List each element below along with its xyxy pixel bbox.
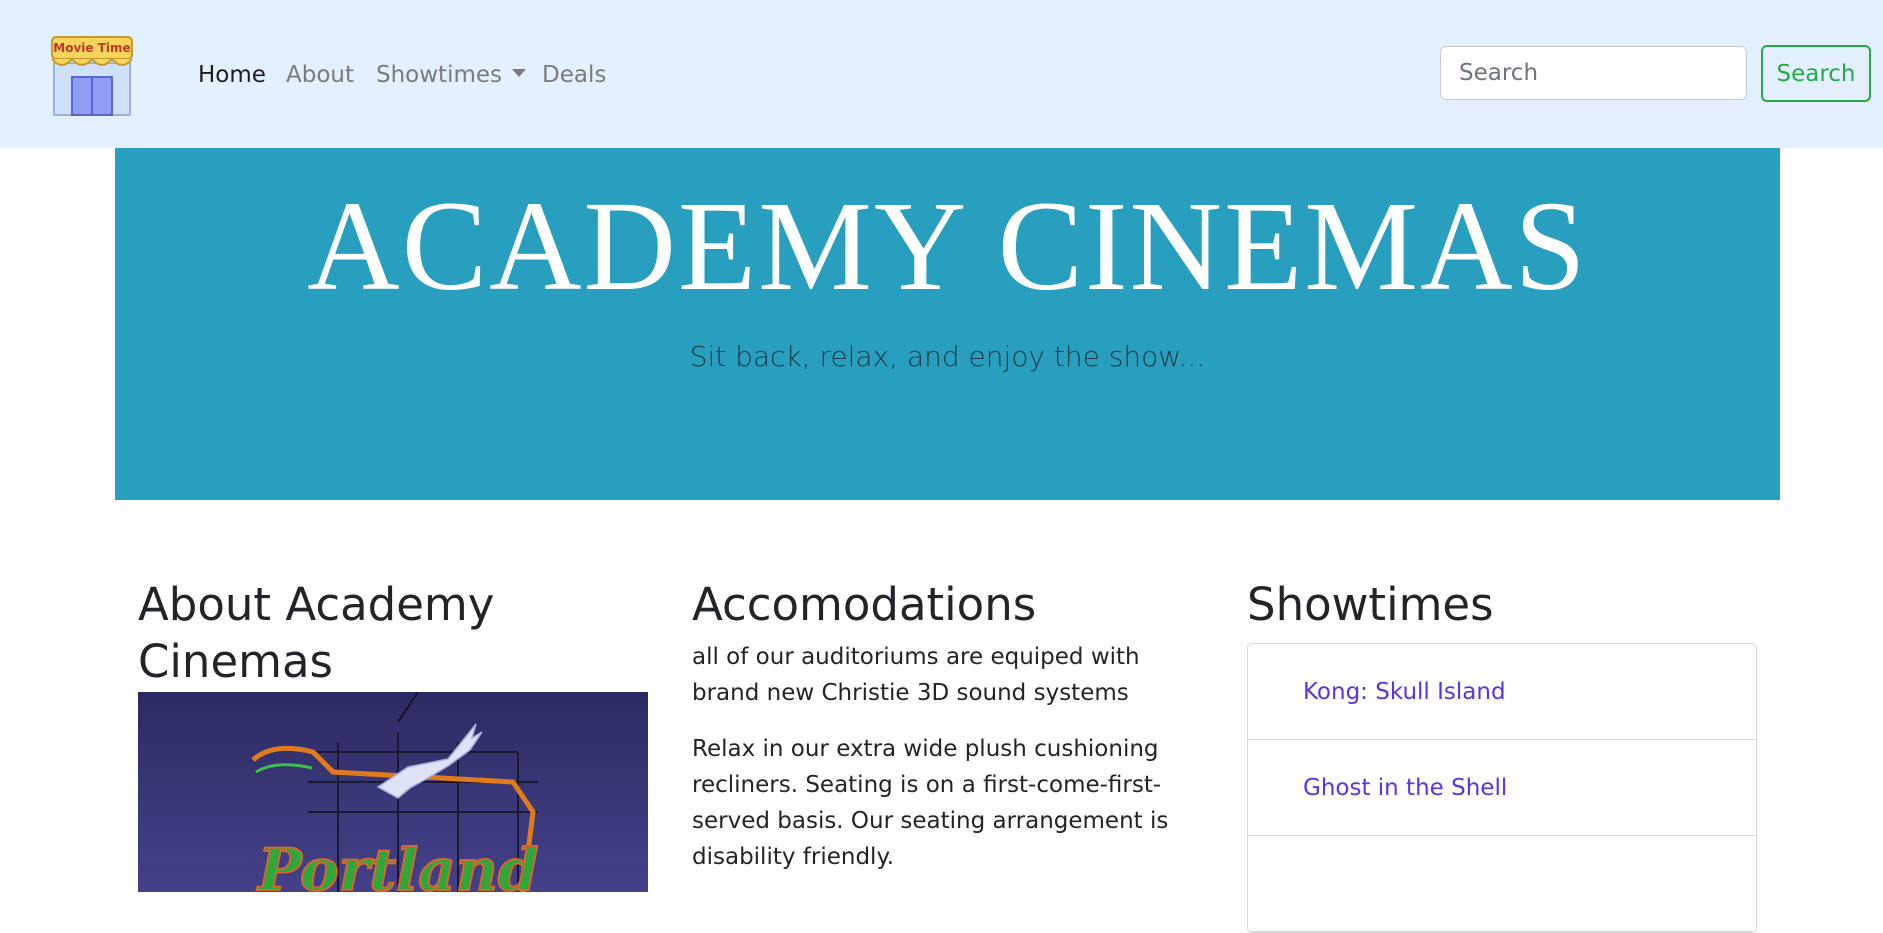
- about-column: About Academy Cinemas Portland: [138, 576, 648, 892]
- hero-title: ACADEMY CINEMAS: [307, 175, 1588, 317]
- showtimes-heading: Showtimes: [1247, 578, 1494, 631]
- accommodations-column: Accomodations all of our auditoriums are…: [692, 576, 1202, 895]
- movie-link-ghost-in-the-shell[interactable]: Ghost in the Shell: [1303, 775, 1507, 801]
- accommodations-heading: Accomodations: [692, 578, 1037, 631]
- accommodations-paragraph-1: all of our auditoriums are equiped with …: [692, 644, 1140, 706]
- search-input[interactable]: [1440, 46, 1747, 100]
- list-item: Ghost in the Shell: [1248, 740, 1756, 836]
- brand-logo[interactable]: Movie Time: [48, 31, 136, 119]
- navbar: Movie Time Home About Showtimes Deals Se…: [0, 0, 1883, 148]
- nav-showtimes-dropdown[interactable]: Showtimes: [376, 58, 527, 92]
- sign-text: Portland: [256, 836, 538, 892]
- showtimes-list: Kong: Skull Island Ghost in the Shell: [1247, 643, 1757, 933]
- list-item: [1248, 836, 1756, 932]
- logo-text: Movie Time: [53, 41, 130, 55]
- nav-about[interactable]: About: [286, 58, 354, 92]
- hero-subtitle: Sit back, relax, and enjoy the show...: [689, 340, 1206, 373]
- movie-theater-icon: Movie Time: [51, 36, 133, 116]
- portland-sign-image: Portland: [138, 692, 648, 892]
- showtimes-column: Showtimes Kong: Skull Island Ghost in th…: [1247, 576, 1757, 933]
- nav-home[interactable]: Home: [198, 58, 266, 92]
- search-button[interactable]: Search: [1761, 45, 1871, 102]
- movie-link-kong[interactable]: Kong: Skull Island: [1303, 679, 1506, 705]
- portland-sign-illustration: Portland: [251, 692, 539, 892]
- caret-down-icon: [512, 69, 527, 77]
- list-item: Kong: Skull Island: [1248, 644, 1756, 740]
- about-heading: About Academy Cinemas: [138, 578, 495, 688]
- nav-deals[interactable]: Deals: [542, 58, 606, 92]
- nav-showtimes-label: Showtimes: [376, 62, 503, 88]
- accommodations-paragraph-2: Relax in our extra wide plush cushioning…: [692, 736, 1169, 870]
- hero-jumbotron: ACADEMY CINEMAS Sit back, relax, and enj…: [115, 148, 1780, 500]
